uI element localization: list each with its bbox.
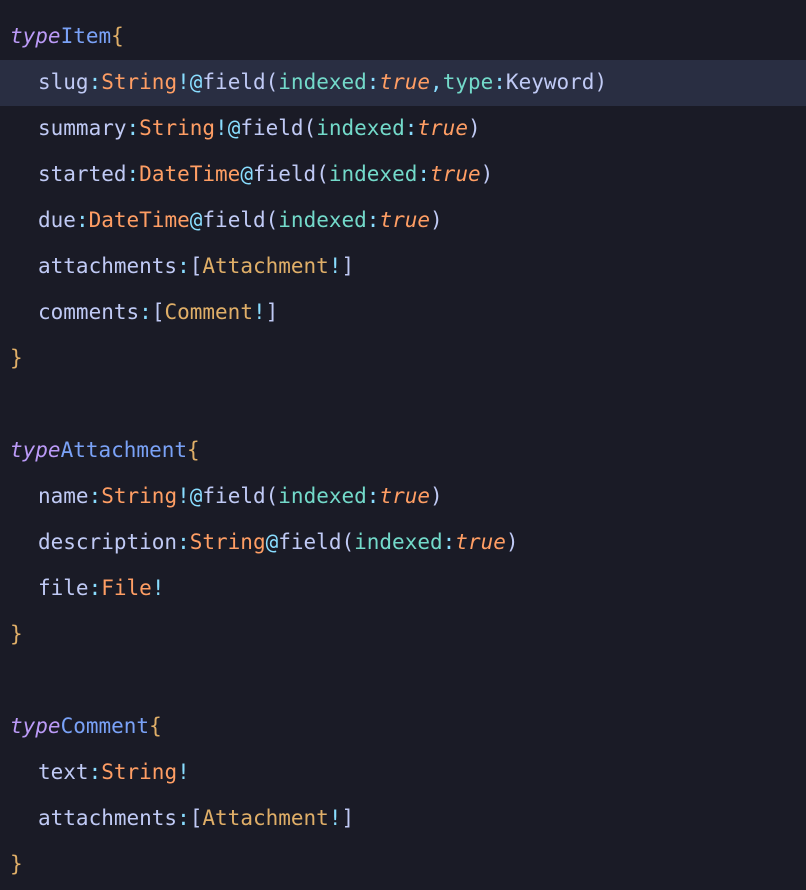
field-name: started bbox=[38, 159, 127, 191]
keyword-type: type bbox=[10, 21, 61, 53]
arg-value: true bbox=[455, 527, 506, 559]
code-line: summary: String! @field(indexed: true) bbox=[0, 106, 806, 152]
field-name: comments bbox=[38, 297, 139, 329]
brace-close: } bbox=[10, 343, 23, 375]
arg-value: true bbox=[417, 113, 468, 145]
directive-name: field bbox=[240, 113, 303, 145]
field-type: String bbox=[139, 113, 215, 145]
field-type: String bbox=[101, 67, 177, 99]
arg-value: true bbox=[379, 67, 430, 99]
field-name: attachments bbox=[38, 251, 177, 283]
field-type: String bbox=[101, 481, 177, 513]
type-name-comment: Comment bbox=[61, 711, 150, 743]
arg-key: indexed bbox=[329, 159, 418, 191]
blank-line bbox=[0, 658, 806, 704]
code-line: type Attachment { bbox=[0, 428, 806, 474]
field-name: slug bbox=[38, 67, 89, 99]
arg-value: true bbox=[379, 205, 430, 237]
brace-open: { bbox=[111, 21, 124, 53]
brace-close: } bbox=[10, 619, 23, 651]
field-name: text bbox=[38, 757, 89, 789]
code-line: attachments: [Attachment!] bbox=[0, 244, 806, 290]
field-name: due bbox=[38, 205, 76, 237]
arg-value: true bbox=[430, 159, 481, 191]
code-line: attachments: [Attachment!] bbox=[0, 796, 806, 842]
field-name: attachments bbox=[38, 803, 177, 835]
code-line: description: String @field(indexed: true… bbox=[0, 520, 806, 566]
arg-key: indexed bbox=[278, 481, 367, 513]
directive-name: field bbox=[202, 205, 265, 237]
keyword-type: type bbox=[10, 711, 61, 743]
type-ref: Attachment bbox=[202, 251, 328, 283]
arg-value: Keyword bbox=[506, 67, 595, 99]
code-editor[interactable]: type Item { slug: String! @field(indexed… bbox=[0, 14, 806, 888]
field-type: DateTime bbox=[89, 205, 190, 237]
brace-open: { bbox=[187, 435, 200, 467]
code-line: comments: [Comment!] bbox=[0, 290, 806, 336]
field-type: String bbox=[101, 757, 177, 789]
brace-close: } bbox=[10, 849, 23, 881]
arg-key: indexed bbox=[278, 67, 367, 99]
code-line: } bbox=[0, 842, 806, 888]
code-line: name: String! @field(indexed: true) bbox=[0, 474, 806, 520]
code-line: due: DateTime @field(indexed: true) bbox=[0, 198, 806, 244]
type-ref: Comment bbox=[164, 297, 253, 329]
field-name: name bbox=[38, 481, 89, 513]
field-type: File bbox=[101, 573, 152, 605]
type-name-item: Item bbox=[61, 21, 112, 53]
directive-name: field bbox=[253, 159, 316, 191]
directive-name: field bbox=[202, 481, 265, 513]
arg-value: true bbox=[379, 481, 430, 513]
field-name: file bbox=[38, 573, 89, 605]
code-line: file: File! bbox=[0, 566, 806, 612]
directive-name: field bbox=[202, 67, 265, 99]
code-line: } bbox=[0, 336, 806, 382]
keyword-type: type bbox=[10, 435, 61, 467]
code-line: type Item { bbox=[0, 14, 806, 60]
code-line: } bbox=[0, 612, 806, 658]
blank-line bbox=[0, 382, 806, 428]
code-line: type Comment { bbox=[0, 704, 806, 750]
field-type: DateTime bbox=[139, 159, 240, 191]
code-line-highlighted: slug: String! @field(indexed: true, type… bbox=[0, 60, 806, 106]
arg-key: indexed bbox=[278, 205, 367, 237]
field-type: String bbox=[190, 527, 266, 559]
arg-key: indexed bbox=[316, 113, 405, 145]
brace-open: { bbox=[149, 711, 162, 743]
arg-key: indexed bbox=[354, 527, 443, 559]
type-name-attachment: Attachment bbox=[61, 435, 187, 467]
code-line: text: String! bbox=[0, 750, 806, 796]
directive-name: field bbox=[278, 527, 341, 559]
type-ref: Attachment bbox=[202, 803, 328, 835]
code-line: started: DateTime @field(indexed: true) bbox=[0, 152, 806, 198]
arg-key: type bbox=[443, 67, 494, 99]
field-name: summary bbox=[38, 113, 127, 145]
field-name: description bbox=[38, 527, 177, 559]
